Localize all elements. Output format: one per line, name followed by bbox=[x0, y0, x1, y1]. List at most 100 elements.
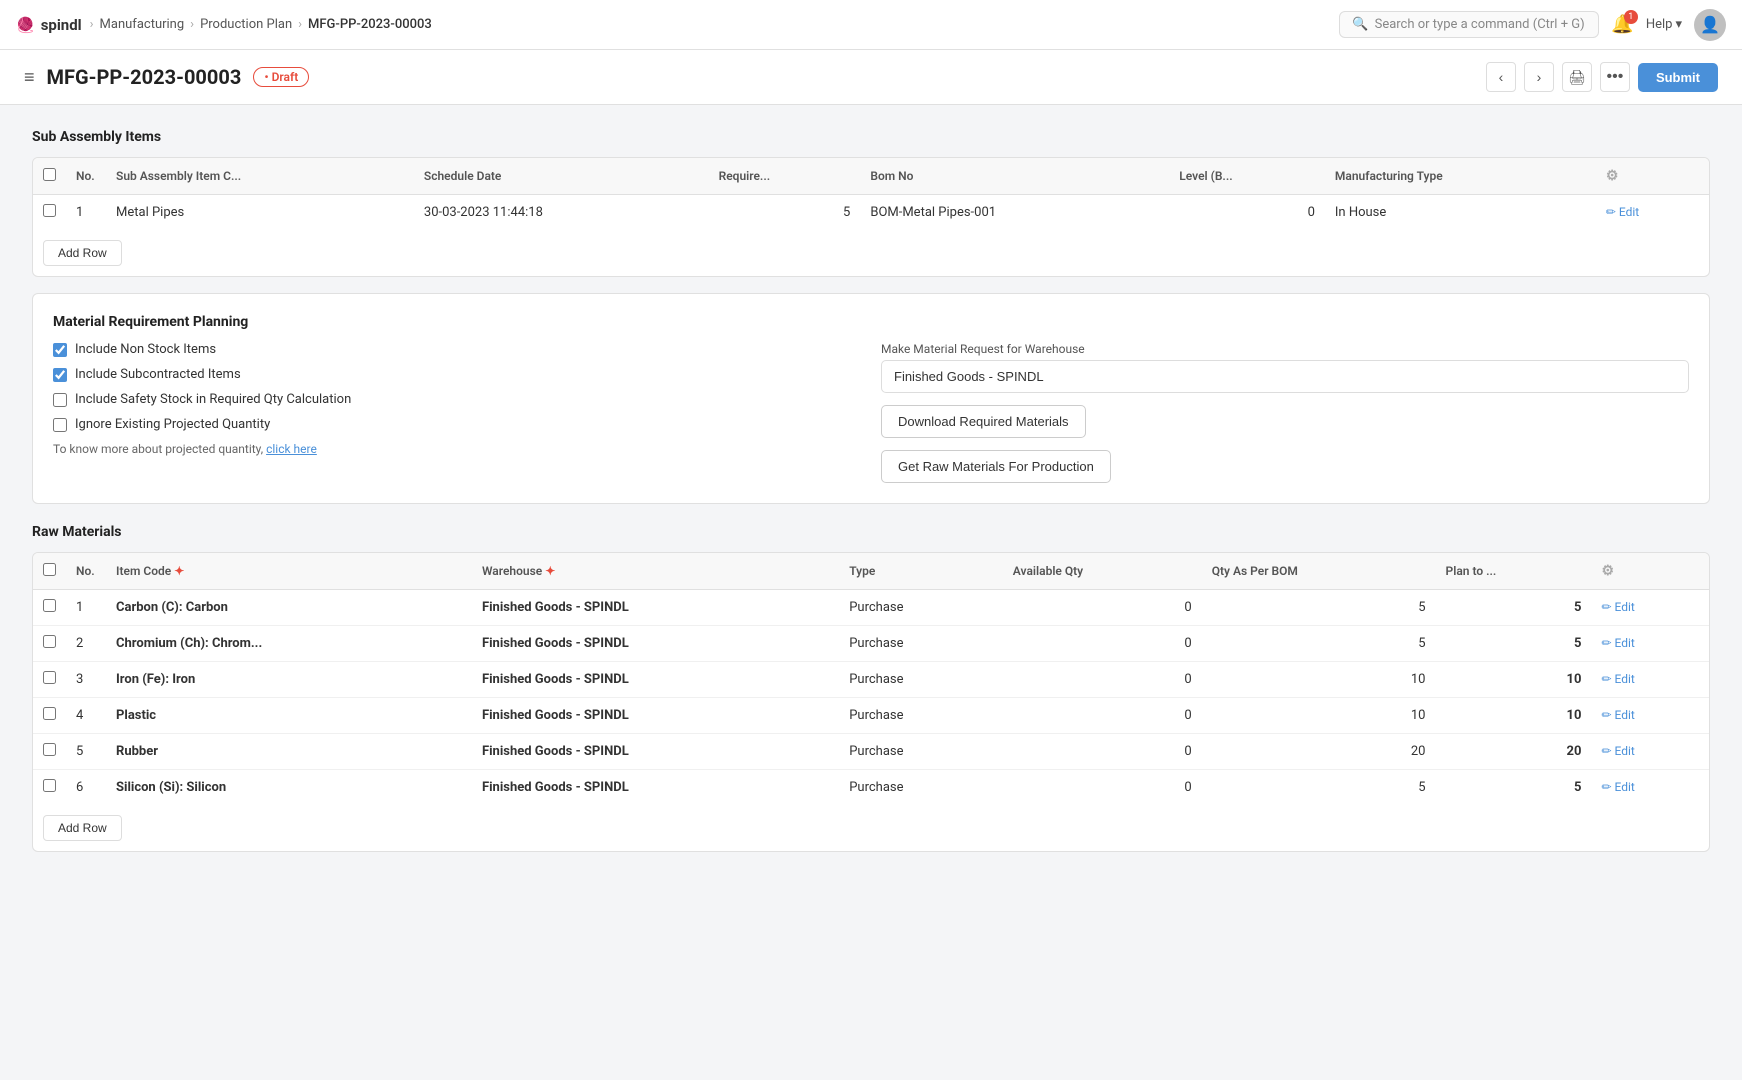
row-edit-link[interactable]: ✏ Edit bbox=[1601, 780, 1634, 794]
row-plan-to: 5 bbox=[1436, 590, 1592, 626]
row-item-code: Rubber bbox=[106, 734, 472, 770]
checkbox-safety-stock[interactable]: Include Safety Stock in Required Qty Cal… bbox=[53, 392, 861, 407]
more-options-button[interactable]: ••• bbox=[1600, 62, 1630, 92]
row-plan-to: 20 bbox=[1436, 734, 1592, 770]
warehouse-input[interactable] bbox=[881, 360, 1689, 393]
breadcrumb: › Manufacturing › Production Plan › MFG-… bbox=[90, 17, 432, 32]
navbar: 🧶 spindl › Manufacturing › Production Pl… bbox=[0, 0, 1742, 50]
row-checkbox[interactable] bbox=[43, 707, 56, 720]
row-edit-link[interactable]: ✏ Edit bbox=[1601, 636, 1634, 650]
col-required: Require... bbox=[709, 158, 861, 195]
raw-material-row: 1 Carbon (C): Carbon Finished Goods - SP… bbox=[33, 590, 1709, 626]
col-available-qty: Available Qty bbox=[1003, 553, 1202, 590]
raw-material-row: 6 Silicon (Si): Silicon Finished Goods -… bbox=[33, 770, 1709, 806]
raw-materials-title: Raw Materials bbox=[32, 524, 1710, 540]
row-required: 5 bbox=[709, 195, 861, 231]
breadcrumb-production-plan[interactable]: Production Plan bbox=[200, 17, 292, 32]
row-edit-link[interactable]: ✏ Edit bbox=[1601, 744, 1634, 758]
row-no: 5 bbox=[66, 734, 106, 770]
row-mfg-type: In House bbox=[1325, 195, 1596, 231]
row-plan-to: 5 bbox=[1436, 626, 1592, 662]
row-type: Purchase bbox=[839, 734, 1003, 770]
checkbox-ignore-projected[interactable]: Ignore Existing Projected Quantity bbox=[53, 417, 861, 432]
notification-badge: 1 bbox=[1624, 10, 1638, 24]
settings-icon-raw[interactable]: ⚙ bbox=[1601, 563, 1614, 579]
row-checkbox[interactable] bbox=[43, 204, 56, 217]
row-available-qty: 0 bbox=[1003, 698, 1202, 734]
breadcrumb-manufacturing[interactable]: Manufacturing bbox=[100, 17, 185, 32]
row-warehouse: Finished Goods - SPINDL bbox=[472, 626, 839, 662]
col-no: No. bbox=[66, 158, 106, 195]
menu-icon[interactable]: ≡ bbox=[24, 67, 35, 88]
row-edit-link[interactable]: ✏ Edit bbox=[1601, 708, 1634, 722]
select-all-raw[interactable] bbox=[43, 563, 56, 576]
col-schedule-date: Schedule Date bbox=[414, 158, 709, 195]
row-checkbox[interactable] bbox=[43, 635, 56, 648]
help-button[interactable]: Help ▾ bbox=[1646, 17, 1682, 32]
row-item-code: Chromium (Ch): Chrom... bbox=[106, 626, 472, 662]
status-dot: • bbox=[264, 70, 271, 84]
col-type-raw: Type bbox=[839, 553, 1003, 590]
avatar[interactable]: 👤 bbox=[1694, 9, 1726, 41]
row-checkbox[interactable] bbox=[43, 599, 56, 612]
download-required-btn[interactable]: Download Required Materials bbox=[881, 405, 1086, 438]
col-check bbox=[33, 553, 66, 590]
row-checkbox[interactable] bbox=[43, 779, 56, 792]
notification-bell[interactable]: 🔔 1 bbox=[1611, 14, 1633, 35]
row-warehouse: Finished Goods - SPINDL bbox=[472, 770, 839, 806]
col-qty-bom: Qty As Per BOM bbox=[1202, 553, 1436, 590]
col-settings-raw: ⚙ bbox=[1591, 553, 1709, 590]
row-edit-link[interactable]: ✏ Edit bbox=[1606, 205, 1639, 219]
checkbox-subcontracted[interactable]: Include Subcontracted Items bbox=[53, 367, 861, 382]
row-available-qty: 0 bbox=[1003, 770, 1202, 806]
row-checkbox[interactable] bbox=[43, 671, 56, 684]
next-button[interactable]: › bbox=[1524, 62, 1554, 92]
row-no: 3 bbox=[66, 662, 106, 698]
sub-assembly-section: Sub Assembly Items No. Sub Assembly Item… bbox=[32, 129, 1710, 277]
checkbox-subcontracted-input[interactable] bbox=[53, 368, 67, 382]
sub-assembly-title: Sub Assembly Items bbox=[32, 129, 1710, 145]
row-available-qty: 0 bbox=[1003, 734, 1202, 770]
brand-name: spindl bbox=[41, 16, 82, 34]
row-edit-link[interactable]: ✏ Edit bbox=[1601, 600, 1634, 614]
row-item-code: Silicon (Si): Silicon bbox=[106, 770, 472, 806]
raw-material-row: 4 Plastic Finished Goods - SPINDL Purcha… bbox=[33, 698, 1709, 734]
navbar-right: 🔍 Search or type a command (Ctrl + G) 🔔 … bbox=[1339, 9, 1726, 41]
sub-assembly-add-row[interactable]: Add Row bbox=[43, 240, 122, 266]
page-header: ≡ MFG-PP-2023-00003 • Draft ‹ › 🖨 ••• Su… bbox=[0, 50, 1742, 105]
row-qty-bom: 20 bbox=[1202, 734, 1436, 770]
row-checkbox[interactable] bbox=[43, 743, 56, 756]
row-qty-bom: 5 bbox=[1202, 590, 1436, 626]
row-edit-link[interactable]: ✏ Edit bbox=[1601, 672, 1634, 686]
col-bom-no: Bom No bbox=[860, 158, 1169, 195]
click-here-link[interactable]: click here bbox=[266, 442, 317, 456]
prev-button[interactable]: ‹ bbox=[1486, 62, 1516, 92]
raw-materials-add-row[interactable]: Add Row bbox=[43, 815, 122, 841]
checkbox-safety-stock-input[interactable] bbox=[53, 393, 67, 407]
row-no: 6 bbox=[66, 770, 106, 806]
print-button[interactable]: 🖨 bbox=[1562, 62, 1592, 92]
checkbox-ignore-projected-input[interactable] bbox=[53, 418, 67, 432]
row-available-qty: 0 bbox=[1003, 590, 1202, 626]
row-available-qty: 0 bbox=[1003, 662, 1202, 698]
get-raw-materials-btn[interactable]: Get Raw Materials For Production bbox=[881, 450, 1111, 483]
checkbox-non-stock[interactable]: Include Non Stock Items bbox=[53, 342, 861, 357]
breadcrumb-current: MFG-PP-2023-00003 bbox=[308, 17, 432, 32]
checkbox-non-stock-input[interactable] bbox=[53, 343, 67, 357]
col-item-code-raw: Item Code ✦ bbox=[106, 553, 472, 590]
row-no: 1 bbox=[66, 195, 106, 231]
row-type: Purchase bbox=[839, 698, 1003, 734]
row-warehouse: Finished Goods - SPINDL bbox=[472, 662, 839, 698]
row-level: 0 bbox=[1169, 195, 1325, 231]
row-no: 4 bbox=[66, 698, 106, 734]
raw-material-row: 2 Chromium (Ch): Chrom... Finished Goods… bbox=[33, 626, 1709, 662]
required-star-item: ✦ bbox=[174, 564, 184, 578]
row-plan-to: 10 bbox=[1436, 662, 1592, 698]
checkbox-ignore-projected-label: Ignore Existing Projected Quantity bbox=[75, 417, 270, 432]
select-all-sub[interactable] bbox=[43, 168, 56, 181]
row-available-qty: 0 bbox=[1003, 626, 1202, 662]
search-bar[interactable]: 🔍 Search or type a command (Ctrl + G) bbox=[1339, 11, 1599, 38]
settings-icon[interactable]: ⚙ bbox=[1606, 168, 1619, 184]
submit-button[interactable]: Submit bbox=[1638, 63, 1718, 92]
search-placeholder: Search or type a command (Ctrl + G) bbox=[1375, 17, 1585, 32]
